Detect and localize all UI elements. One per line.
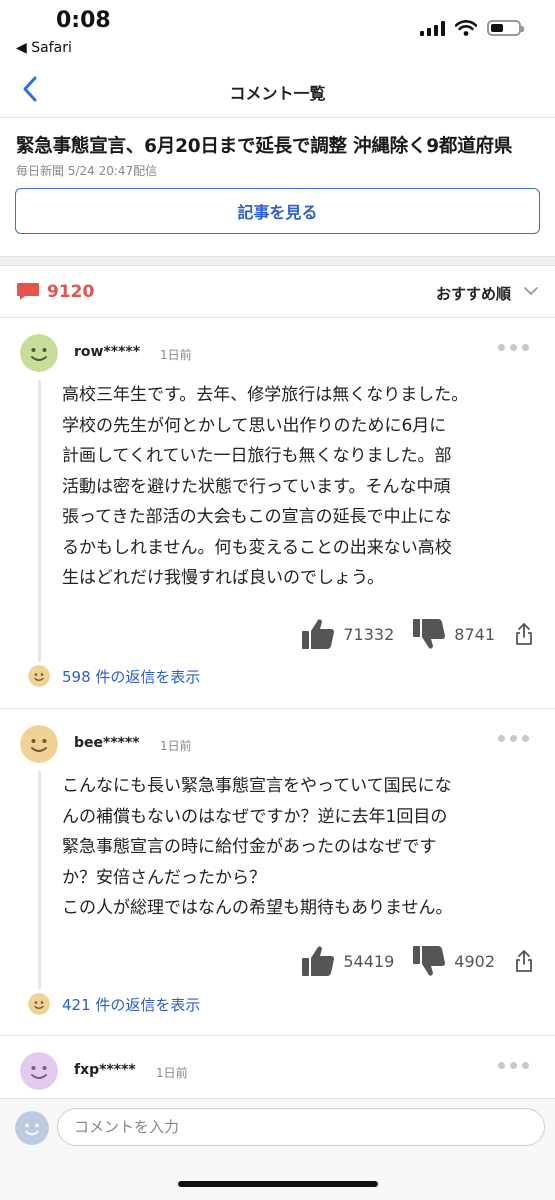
dislike-button[interactable]: 8741	[412, 618, 495, 650]
status-icons	[420, 20, 524, 36]
section-separator	[0, 256, 555, 266]
view-replies-link[interactable]: 598 件の返信を表示	[28, 665, 200, 687]
view-article-button[interactable]: 記事を見る	[15, 188, 540, 234]
comment-input-bar	[0, 1098, 555, 1200]
thumbs-up-icon	[302, 619, 335, 649]
page-title: コメント一覧	[229, 84, 326, 103]
thumbs-up-icon	[302, 946, 335, 976]
my-avatar-icon	[15, 1111, 49, 1145]
comment-count: 9120	[47, 282, 95, 302]
more-options-icon[interactable]	[498, 735, 529, 742]
comment-item: fxp***** 1日前	[0, 1036, 555, 1098]
comment-line: 張ってきた部活の大会もこの宣言の延長で中止にな	[62, 507, 452, 527]
view-replies-label: 421 件の返信を表示	[62, 995, 201, 1014]
comment-username[interactable]: row*****	[74, 344, 140, 360]
comment-time: 1日前	[160, 739, 192, 753]
cellular-signal-icon	[420, 20, 445, 36]
reaction-bar: 71332 8741	[283, 618, 533, 650]
reaction-bar: 54419 4902	[283, 945, 533, 977]
battery-icon	[487, 20, 524, 36]
thread-line	[38, 380, 41, 662]
thumbs-down-icon	[413, 619, 446, 649]
sort-dropdown[interactable]: おすすめ順	[436, 283, 511, 304]
article-title: 緊急事態宣言、6月20日まで延長で調整 沖縄除く9都道府県	[16, 136, 513, 157]
comment-item: row***** 1日前 高校三年生です。去年、修学旅行は無くなりました。 学校…	[0, 318, 555, 708]
dislike-button[interactable]: 4902	[412, 945, 495, 977]
comment-body: 高校三年生です。去年、修学旅行は無くなりました。 学校の先生が何とかして思い出作…	[62, 380, 538, 594]
comment-line: 緊急事態宣言の時に給付金があったのはなぜです	[62, 837, 437, 857]
thumbs-down-icon	[413, 946, 446, 976]
reply-avatar-icon	[28, 993, 50, 1015]
article-header: 緊急事態宣言、6月20日まで延長で調整 沖縄除く9都道府県 毎日新聞 5/24 …	[0, 118, 555, 256]
dislike-count: 8741	[454, 624, 495, 644]
comment-line: 活動は密を避けた状態で行っています。そんな中頑	[62, 476, 451, 497]
comment-line: こんなにも長い緊急事態宣言をやっていて国民にな	[62, 776, 452, 796]
comment-input[interactable]	[57, 1108, 545, 1146]
wifi-icon	[455, 20, 477, 36]
like-count: 71332	[343, 624, 395, 644]
comment-line: 学校の先生が何とかして思い出作りのために6月に	[62, 415, 447, 436]
comment-line: 計画してくれていた一日旅行も無くなりました。部	[62, 446, 452, 466]
more-options-icon[interactable]	[498, 1062, 529, 1069]
share-icon[interactable]	[515, 623, 533, 645]
user-avatar-icon[interactable]	[20, 334, 58, 372]
comment-count-bar: 9120 おすすめ順	[0, 266, 555, 318]
reply-avatar-icon	[28, 665, 50, 687]
comment-line: 生はどれだけ我慢すれば良いのでしょう。	[62, 568, 384, 588]
navigation-bar: コメント一覧	[0, 62, 555, 118]
home-indicator[interactable]	[178, 1181, 378, 1187]
dislike-count: 4902	[454, 951, 495, 971]
comment-line: か？安倍さんだったから？	[62, 867, 266, 888]
like-button[interactable]: 54419	[301, 945, 394, 977]
back-to-safari-link[interactable]: ◀ Safari	[16, 40, 72, 56]
comment-time: 1日前	[160, 348, 192, 362]
view-replies-link[interactable]: 421 件の返信を表示	[28, 993, 200, 1015]
more-options-icon[interactable]	[498, 344, 529, 351]
status-bar: 0:08 ◀ Safari	[0, 0, 555, 62]
comment-username[interactable]: fxp*****	[74, 1062, 136, 1078]
comment-body: こんなにも長い緊急事態宣言をやっていて国民にな んの補償もないのはなぜですか？逆…	[62, 771, 538, 924]
like-count: 54419	[343, 951, 395, 971]
comment-item: bee***** 1日前 こんなにも長い緊急事態宣言をやっていて国民にな んの補…	[0, 709, 555, 1035]
thread-line	[38, 771, 41, 989]
like-button[interactable]: 71332	[301, 618, 394, 650]
user-avatar-icon[interactable]	[20, 1052, 58, 1090]
comment-time: 1日前	[156, 1066, 188, 1080]
comment-line: 高校三年生です。去年、修学旅行は無くなりました。	[62, 385, 469, 405]
comment-username[interactable]: bee*****	[74, 735, 140, 751]
comment-line: この人が総理ではなんの希望も期待もありません。	[62, 898, 453, 918]
comment-line: んの補償もないのはなぜですか？逆に去年1回目の	[62, 806, 448, 827]
share-icon[interactable]	[515, 950, 533, 972]
status-time: 0:08	[56, 8, 111, 33]
battery-level	[491, 24, 503, 32]
article-meta: 毎日新聞 5/24 20:47配信	[16, 164, 158, 178]
user-avatar-icon[interactable]	[20, 725, 58, 763]
comment-line: るかもしれません。何も変えることの出来ない高校	[62, 537, 452, 558]
chevron-down-icon[interactable]	[523, 286, 539, 296]
view-replies-label: 598 件の返信を表示	[62, 667, 201, 686]
comment-bubble-icon	[17, 283, 39, 300]
